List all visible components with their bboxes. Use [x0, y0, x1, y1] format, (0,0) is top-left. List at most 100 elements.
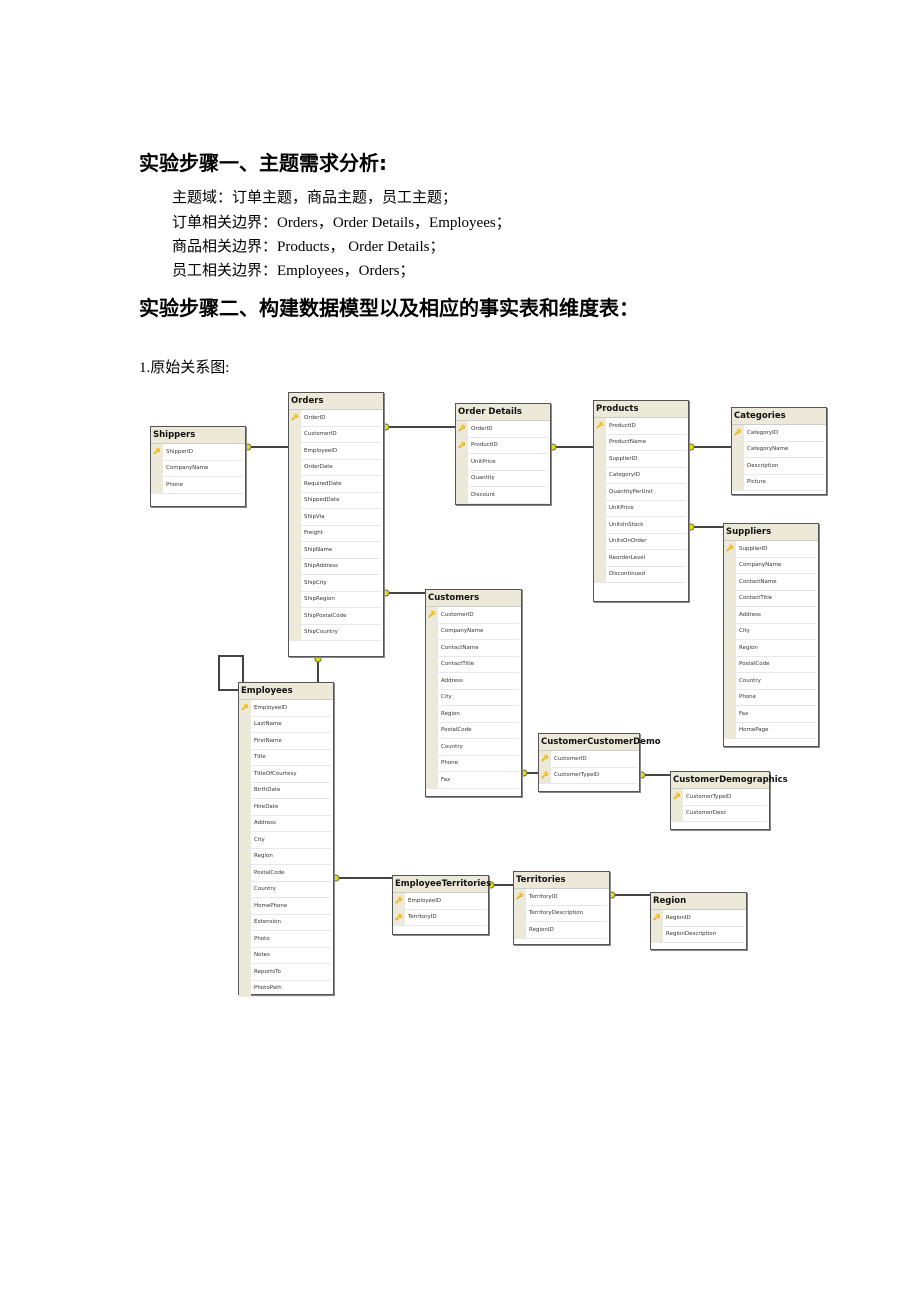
table-field-row[interactable]: Address [239, 815, 331, 832]
table-field-row[interactable]: 🔑 CustomerID [539, 751, 637, 768]
table-field-row[interactable]: 🔑 CustomerTypeID [671, 789, 767, 806]
table-field-row[interactable]: City [426, 689, 519, 706]
table-employeeterritories[interactable]: EmployeeTerritories 🔑 EmployeeID 🔑 Territory… [392, 875, 491, 935]
table-field-row[interactable]: 🔑 ShipperID [151, 444, 243, 461]
table-shippers[interactable]: Shippers 🔑 ShipperID CompanyName Phone [150, 426, 246, 507]
table-field-row[interactable]: HireDate [239, 799, 331, 816]
table-field-row[interactable]: 🔑 SupplierID [724, 541, 816, 558]
table-field-row[interactable]: ShipCountry [289, 624, 381, 641]
table-field-row[interactable]: Region [724, 640, 816, 657]
table-field-row[interactable]: PostalCode [426, 722, 519, 739]
table-field-row[interactable]: Phone [426, 755, 519, 772]
table-field-row[interactable]: ShipPostalCode [289, 608, 381, 625]
table-field-row[interactable]: UnitPrice [456, 454, 548, 471]
table-field-row[interactable]: Phone [151, 477, 243, 494]
table-field-row[interactable]: Region [239, 848, 331, 865]
table-field-row[interactable]: UnitsInStock [594, 517, 686, 534]
table-field-row[interactable]: City [239, 832, 331, 849]
table-field-row[interactable]: Region [426, 706, 519, 723]
table-field-row[interactable]: ShipVia [289, 509, 381, 526]
table-field-row[interactable]: QuantityPerUnit [594, 484, 686, 501]
table-field-row[interactable]: CompanyName [724, 557, 816, 574]
table-field-row[interactable]: Address [724, 607, 816, 624]
table-field-row[interactable]: 🔑 TerritoryID [514, 889, 607, 906]
table-employees[interactable]: Employees 🔑 EmployeeID LastName FirstName Tit… [238, 682, 334, 997]
table-field-row[interactable]: Country [724, 673, 816, 690]
table-field-row[interactable]: OrderDate [289, 459, 381, 476]
table-field-row[interactable]: RegionID [514, 922, 607, 939]
table-field-row[interactable]: ContactTitle [724, 590, 816, 607]
table-field-row[interactable]: PostalCode [724, 656, 816, 673]
table-field-row[interactable]: RequiredDate [289, 476, 381, 493]
table-field-row[interactable]: Title [239, 749, 331, 766]
table-field-row[interactable]: Extension [239, 914, 331, 931]
table-field-row[interactable]: EmployeeID [289, 443, 381, 460]
table-field-row[interactable]: Discontinued [594, 566, 686, 583]
table-field-row[interactable]: ShippedDate [289, 492, 381, 509]
table-field-row[interactable]: Discount [456, 487, 548, 504]
table-field-row[interactable]: Picture [732, 474, 824, 491]
table-field-row[interactable]: ProductName [594, 434, 686, 451]
table-field-row[interactable]: Country [426, 739, 519, 756]
table-suppliers[interactable]: Suppliers 🔑 SupplierID CompanyName ContactNa… [723, 523, 819, 747]
table-field-row[interactable]: PostalCode [239, 865, 331, 882]
table-field-row[interactable]: City [724, 623, 816, 640]
table-field-row[interactable]: Notes [239, 947, 331, 964]
table-field-row[interactable]: CategoryID [594, 467, 686, 484]
table-field-row[interactable]: FirstName [239, 733, 331, 750]
table-field-row[interactable]: ReorderLevel [594, 550, 686, 567]
table-orders[interactable]: Orders 🔑 OrderID CustomerID EmployeeID OrderD… [288, 392, 384, 657]
table-field-row[interactable]: ContactName [724, 574, 816, 591]
table-field-row[interactable]: 🔑 OrderID [456, 421, 548, 438]
table-field-row[interactable]: CompanyName [426, 623, 519, 640]
table-field-row[interactable]: 🔑 CustomerID [426, 607, 519, 624]
table-field-row[interactable]: TitleOfCourtesy [239, 766, 331, 783]
table-field-row[interactable]: SupplierID [594, 451, 686, 468]
table-field-row[interactable]: Freight [289, 525, 381, 542]
table-field-row[interactable]: CompanyName [151, 460, 243, 477]
table-field-row[interactable]: ContactTitle [426, 656, 519, 673]
table-customerdemographics[interactable]: CustomerDemographics 🔑 CustomerTypeID Custo… [670, 771, 788, 830]
table-field-row[interactable]: UnitsOnOrder [594, 533, 686, 550]
table-field-row[interactable]: ShipCity [289, 575, 381, 592]
table-field-row[interactable]: Description [732, 458, 824, 475]
table-customercustomerdemo[interactable]: CustomerCustomerDemo 🔑 CustomerID 🔑 Customer… [538, 733, 661, 792]
table-field-row[interactable]: 🔑 OrderID [289, 410, 381, 427]
table-customers[interactable]: Customers 🔑 CustomerID CompanyName ContactNa… [425, 589, 522, 797]
table-field-row[interactable]: RegionDescription [651, 926, 744, 943]
table-field-row[interactable]: HomePage [724, 722, 816, 739]
table-field-row[interactable]: Country [239, 881, 331, 898]
table-field-row[interactable]: Fax [426, 772, 519, 789]
table-field-row[interactable]: TerritoryDescription [514, 905, 607, 922]
table-products[interactable]: Products 🔑 ProductID ProductName SupplierID C… [593, 400, 689, 602]
table-field-row[interactable]: CategoryName [732, 441, 824, 458]
table-field-row[interactable]: 🔑 CategoryID [732, 425, 824, 442]
table-field-row[interactable]: Quantity [456, 470, 548, 487]
table-field-row[interactable]: Phone [724, 689, 816, 706]
table-field-row[interactable]: Photo [239, 931, 331, 948]
table-field-row[interactable]: LastName [239, 716, 331, 733]
table-field-row[interactable]: 🔑 RegionID [651, 910, 744, 927]
table-field-row[interactable]: 🔑 EmployeeID [239, 700, 331, 717]
table-field-row[interactable]: 🔑 EmployeeID [393, 893, 486, 910]
table-field-row[interactable]: 🔑 CustomerTypeID [539, 767, 637, 784]
table-field-row[interactable]: HomePhone [239, 898, 331, 915]
table-field-row[interactable]: ShipName [289, 542, 381, 559]
table-categories[interactable]: Categories 🔑 CategoryID CategoryName Descrip… [731, 407, 827, 495]
table-field-row[interactable]: 🔑 ProductID [594, 418, 686, 435]
table-field-row[interactable]: ReportsTo [239, 964, 331, 981]
table-territories[interactable]: Territories 🔑 TerritoryID TerritoryDescript… [513, 871, 610, 945]
table-field-row[interactable]: Fax [724, 706, 816, 723]
table-field-row[interactable]: PhotoPath [239, 980, 331, 997]
table-field-row[interactable]: ContactName [426, 640, 519, 657]
table-field-row[interactable]: UnitPrice [594, 500, 686, 517]
table-region[interactable]: Region 🔑 RegionID RegionDescription [650, 892, 747, 950]
table-field-row[interactable]: ShipRegion [289, 591, 381, 608]
table-field-row[interactable]: 🔑 TerritoryID [393, 909, 486, 926]
table-order-details[interactable]: Order Details 🔑 OrderID 🔑 ProductID UnitPrice… [455, 403, 551, 505]
table-field-row[interactable]: Address [426, 673, 519, 690]
table-field-row[interactable]: BirthDate [239, 782, 331, 799]
table-field-row[interactable]: 🔑 ProductID [456, 437, 548, 454]
table-field-row[interactable]: CustomerDesc [671, 805, 767, 822]
table-field-row[interactable]: ShipAddress [289, 558, 381, 575]
